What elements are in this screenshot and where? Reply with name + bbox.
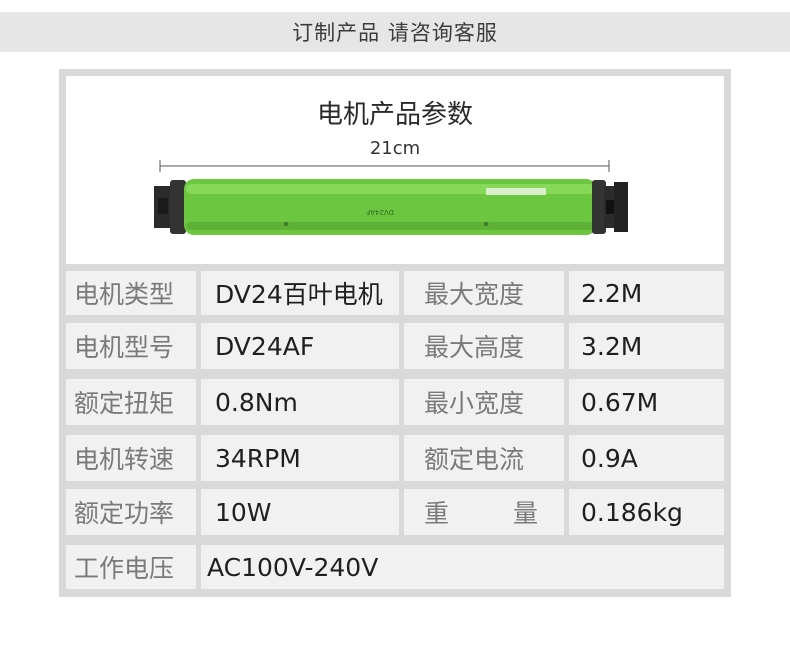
spec-label-working-voltage: 工作电压 bbox=[66, 545, 196, 589]
left-end-cap bbox=[154, 180, 186, 234]
tube-print: DV24AF bbox=[366, 208, 394, 216]
spec-label-motor-type: 电机类型 bbox=[66, 271, 196, 315]
spec-value-motor-type: DV24百叶电机 bbox=[201, 271, 399, 315]
spec-value-rated-torque: 0.8Nm bbox=[201, 379, 399, 425]
right-end-cap bbox=[592, 180, 628, 234]
spec-value-max-width: 2.2M bbox=[569, 271, 724, 315]
spec-value-working-voltage: AC100V-240V bbox=[201, 545, 724, 589]
spec-label-max-height: 最大高度 bbox=[404, 323, 564, 369]
spec-value-rated-power: 10W bbox=[201, 489, 399, 535]
spec-frame: 电机产品参数 21cm DV24AF 电机类型 DV24百叶电机 最大宽度 2.… bbox=[59, 69, 731, 597]
product-image-panel: 电机产品参数 21cm DV24AF bbox=[66, 76, 724, 264]
spec-label-motor-speed: 电机转速 bbox=[66, 435, 196, 481]
spec-label-min-width: 最小宽度 bbox=[404, 379, 564, 425]
spec-label-max-width: 最大宽度 bbox=[404, 271, 564, 315]
spec-value-motor-speed: 34RPM bbox=[201, 435, 399, 481]
spec-label-rated-torque: 额定扭矩 bbox=[66, 379, 196, 425]
dimension-line bbox=[159, 160, 610, 172]
banner-text: 订制产品 请咨询客服 bbox=[292, 21, 498, 45]
spec-value-min-width: 0.67M bbox=[569, 379, 724, 425]
spec-value-motor-model: DV24AF bbox=[201, 323, 399, 369]
spec-label-weight-char-1: 重 bbox=[424, 499, 450, 528]
motor-illustration: DV24AF bbox=[154, 160, 628, 235]
top-banner: 订制产品 请咨询客服 bbox=[0, 12, 790, 52]
spec-label-weight-char-2: 量 bbox=[512, 499, 538, 528]
spec-label-rated-power: 额定功率 bbox=[66, 489, 196, 535]
spec-label-motor-model: 电机型号 bbox=[66, 323, 196, 369]
spec-value-max-height: 3.2M bbox=[569, 323, 724, 369]
motor-tube bbox=[184, 179, 596, 235]
spec-value-weight: 0.186kg bbox=[569, 489, 724, 535]
spec-label-rated-current: 额定电流 bbox=[404, 435, 564, 481]
spec-label-weight: 重 量 bbox=[404, 489, 564, 535]
spec-value-rated-current: 0.9A bbox=[569, 435, 724, 481]
